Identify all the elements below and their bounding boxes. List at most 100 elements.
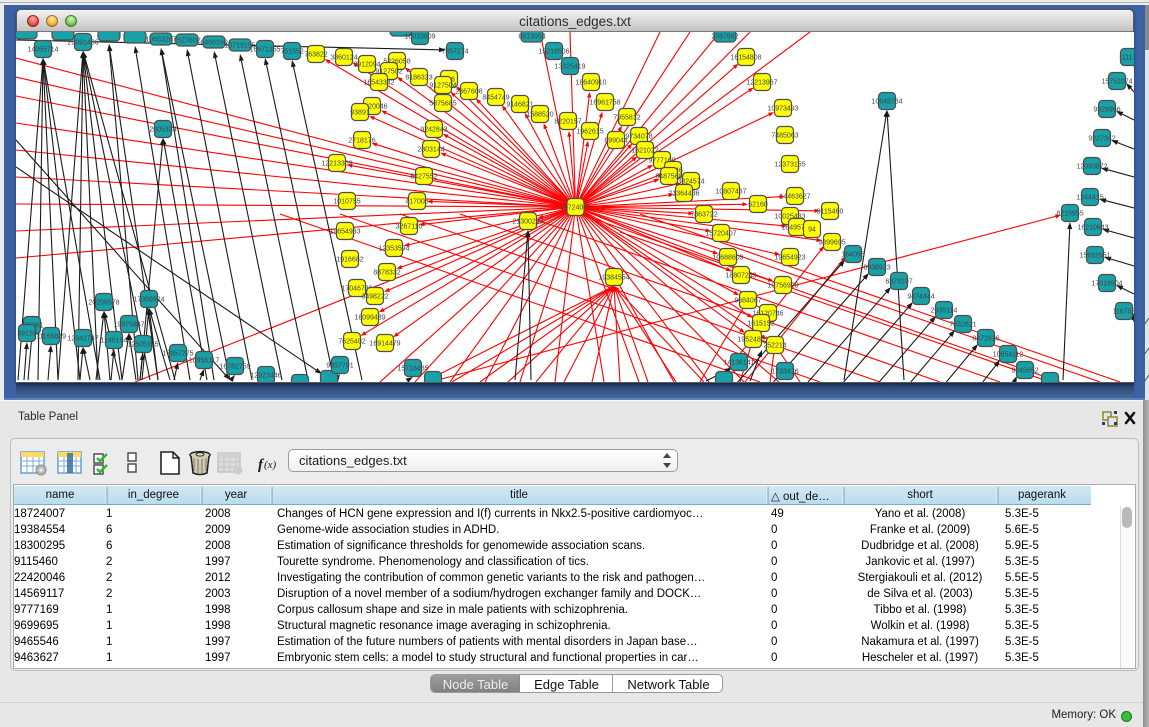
svg-text:15720407: 15720407 <box>705 231 736 238</box>
svg-text:12923446: 12923446 <box>250 373 281 380</box>
svg-text:12213967: 12213967 <box>746 80 777 87</box>
svg-text:1615152: 1615152 <box>747 321 774 328</box>
svg-text:9127504: 9127504 <box>429 83 456 90</box>
svg-text:16782759: 16782759 <box>219 364 250 371</box>
svg-text:12505135: 12505135 <box>127 342 158 349</box>
svg-text:19218506: 19218506 <box>538 49 569 56</box>
svg-text:3860124: 3860124 <box>330 55 357 62</box>
svg-text:10807487: 10807487 <box>715 189 746 196</box>
svg-text:1916682: 1916682 <box>336 257 363 264</box>
svg-text:19384554: 19384554 <box>598 275 629 282</box>
svg-text:5875685: 5875685 <box>429 101 456 108</box>
svg-text:2718176: 2718176 <box>348 138 375 145</box>
svg-text:3912094: 3912094 <box>353 62 380 69</box>
svg-text:12353594: 12353594 <box>378 246 409 253</box>
svg-text:11156849: 11156849 <box>36 334 66 341</box>
svg-text:93891: 93891 <box>350 110 370 117</box>
svg-text:10973493: 10973493 <box>767 106 798 113</box>
svg-text:17016504: 17016504 <box>1091 281 1122 288</box>
svg-text:8215955: 8215955 <box>1056 211 1083 218</box>
svg-text:9115460: 9115460 <box>817 209 844 216</box>
svg-text:12942737: 12942737 <box>67 336 98 343</box>
svg-text:94: 94 <box>808 227 816 234</box>
svg-text:18807249: 18807249 <box>725 273 756 280</box>
svg-text:8813054: 8813054 <box>518 34 545 41</box>
svg-text:763822: 763822 <box>304 52 327 59</box>
svg-text:9146821: 9146821 <box>506 102 533 109</box>
svg-text:9899695: 9899695 <box>818 240 845 247</box>
svg-text:1733426: 1733426 <box>771 369 798 376</box>
svg-text:20091406: 20091406 <box>67 40 98 47</box>
svg-text:7485063: 7485063 <box>771 133 798 140</box>
svg-text:2005334: 2005334 <box>149 127 176 134</box>
svg-text:16914479: 16914479 <box>369 341 400 348</box>
svg-text:2087682: 2087682 <box>711 34 738 41</box>
svg-text:9734078: 9734078 <box>625 134 652 141</box>
svg-text:3267110: 3267110 <box>396 224 423 231</box>
svg-text:8220157: 8220157 <box>554 119 581 126</box>
svg-text:16154808: 16154808 <box>730 55 761 62</box>
svg-text:14136141: 14136141 <box>723 360 754 367</box>
svg-text:16543342: 16543342 <box>363 80 394 87</box>
svg-text:12373155: 12373155 <box>774 162 805 169</box>
svg-text:899044: 899044 <box>604 138 627 145</box>
svg-text:21364436: 21364436 <box>668 191 699 198</box>
svg-text:19654933: 19654933 <box>329 229 360 236</box>
svg-text:9242843: 9242843 <box>420 127 447 134</box>
svg-text:19654923: 19654923 <box>774 255 805 262</box>
svg-text:17957275: 17957275 <box>162 351 193 358</box>
svg-text:10688609: 10688609 <box>712 255 743 262</box>
svg-text:10654112: 10654112 <box>993 352 1024 359</box>
svg-text:15692951: 15692951 <box>1079 253 1110 260</box>
svg-text:7632621: 7632621 <box>949 322 976 329</box>
svg-text:8938923: 8938923 <box>863 265 890 272</box>
svg-text:16961758: 16961758 <box>589 100 620 107</box>
svg-text:1588520: 1588520 <box>526 112 553 119</box>
svg-text:10653267: 10653267 <box>145 37 176 44</box>
svg-text:13325419: 13325419 <box>554 64 585 71</box>
svg-text:1244415: 1244415 <box>1076 195 1103 202</box>
svg-text:164095: 164095 <box>841 252 864 259</box>
svg-text:17359924: 17359924 <box>133 297 164 304</box>
svg-text:9474444: 9474444 <box>907 294 934 301</box>
svg-text:16210643: 16210643 <box>1077 225 1108 232</box>
svg-text:10648784: 10648784 <box>871 99 902 106</box>
svg-text:8186323: 8186323 <box>405 75 432 82</box>
svg-text:2935114: 2935114 <box>931 308 958 315</box>
svg-text:9227342: 9227342 <box>1088 136 1115 143</box>
svg-text:8454749: 8454749 <box>482 95 509 102</box>
svg-text:1010755: 1010755 <box>333 199 360 206</box>
svg-text:1962615: 1962615 <box>576 129 603 136</box>
svg-text:6379197: 6379197 <box>885 279 912 286</box>
svg-text:2803144: 2803144 <box>417 147 444 154</box>
svg-text:39159: 39159 <box>17 331 37 338</box>
svg-text:8471626: 8471626 <box>972 336 999 343</box>
svg-text:2867608: 2867608 <box>455 89 482 96</box>
svg-text:20206578: 20206578 <box>88 300 119 307</box>
svg-text:14055714: 14055714 <box>27 47 58 54</box>
svg-text:417006: 417006 <box>405 199 428 206</box>
svg-text:7955812: 7955812 <box>613 115 640 122</box>
svg-text:9857791: 9857791 <box>326 363 353 370</box>
svg-text:9245652: 9245652 <box>1011 368 1038 375</box>
svg-text:252214: 252214 <box>763 343 786 350</box>
svg-text:19975887: 19975887 <box>113 322 144 329</box>
svg-text:18640910: 18640910 <box>575 80 606 87</box>
svg-text:16033809: 16033809 <box>404 34 435 41</box>
svg-text:10958117: 10958117 <box>189 358 220 365</box>
svg-text:9329966: 9329966 <box>1093 107 1120 114</box>
svg-text:12213309: 12213309 <box>321 161 352 168</box>
svg-text:62160: 62160 <box>748 202 768 209</box>
svg-text:7863722: 7863722 <box>690 212 717 219</box>
svg-text:9684067: 9684067 <box>734 298 761 305</box>
svg-text:(x): (x) <box>264 459 277 471</box>
svg-text:1145194: 1145194 <box>101 338 128 345</box>
svg-text:751552: 751552 <box>280 49 303 56</box>
svg-text:18724007: 18724007 <box>560 205 591 212</box>
svg-text:10756928: 10756928 <box>767 283 798 290</box>
svg-text:18099489: 18099489 <box>354 315 385 322</box>
svg-text:7625402: 7625402 <box>338 339 365 346</box>
svg-text:7357274: 7357274 <box>441 49 468 56</box>
svg-text:14463627: 14463627 <box>779 194 810 201</box>
svg-text:1117: 1117 <box>1122 55 1134 62</box>
